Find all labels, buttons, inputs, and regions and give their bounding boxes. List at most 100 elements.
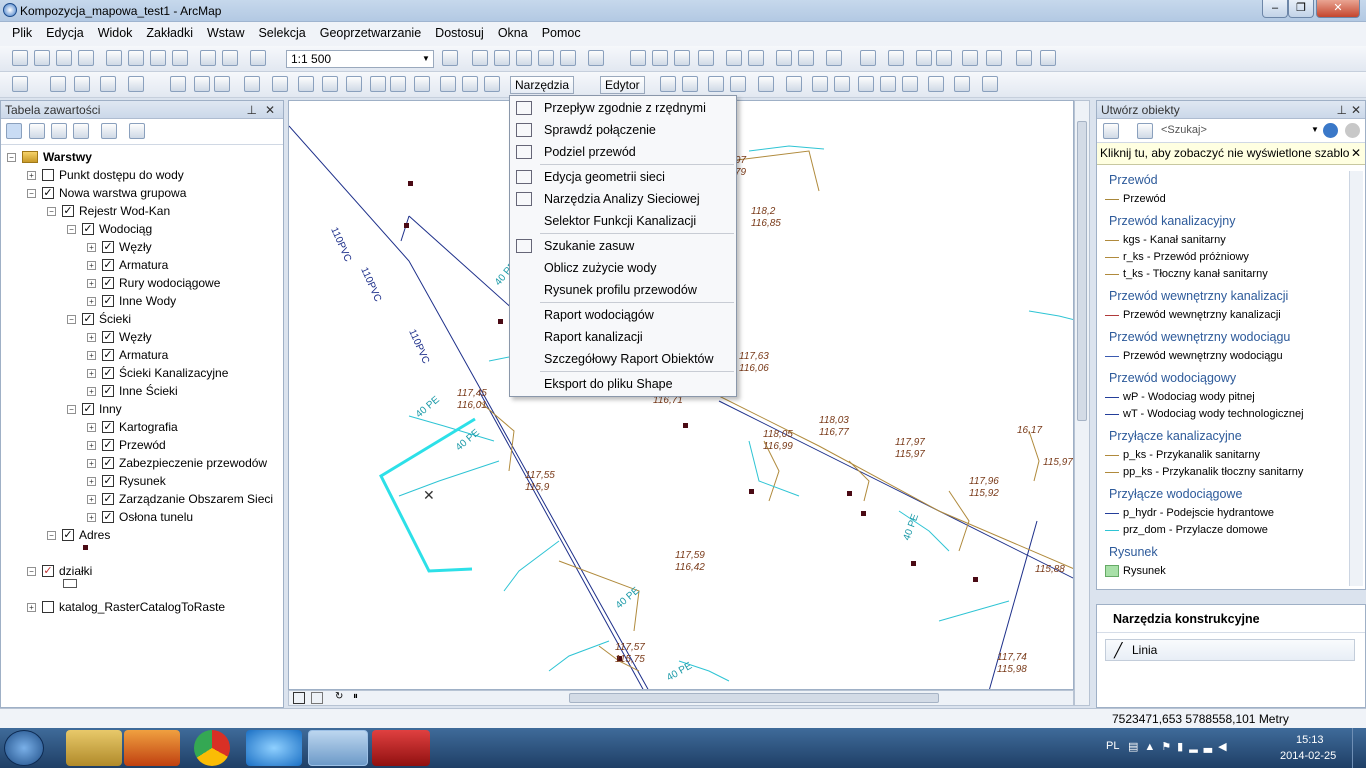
templates-icon[interactable] [1137, 123, 1153, 139]
clock-date[interactable]: 2014-02-25 [1280, 750, 1336, 762]
menu-zakładki[interactable]: Zakładki [139, 22, 200, 44]
layer-visibility-checkbox[interactable]: ✓ [102, 385, 114, 397]
standard-tool-32-icon[interactable] [962, 50, 978, 66]
expand-icon[interactable]: + [87, 512, 96, 522]
tools-menu-item-label[interactable]: Selektor Funkcji Kanalizacji [544, 214, 696, 228]
toc-layer-row[interactable]: + ✓ Rury wodociągowe [87, 274, 220, 292]
internet-explorer-taskbar-icon[interactable] [246, 730, 302, 766]
menu-geoprzetwarzanie[interactable]: Geoprzetwarzanie [313, 22, 428, 44]
media-player-taskbar-icon[interactable] [124, 730, 180, 766]
line-tool-label[interactable]: Linia [1132, 643, 1157, 657]
map-vertical-scrollbar[interactable] [1074, 100, 1090, 706]
toc-layer-label[interactable]: Zarządzanie Obszarem Sieci [119, 492, 273, 506]
expand-icon[interactable]: + [87, 458, 96, 468]
standard-tool-23-icon[interactable] [726, 50, 742, 66]
template-group-label[interactable]: Przewód wewnętrzny kanalizacji [1109, 289, 1288, 303]
explorer-taskbar-icon[interactable] [66, 730, 122, 766]
maximize-button[interactable]: ❐ [1288, 0, 1314, 18]
arcmap-taskbar-icon[interactable] [308, 730, 368, 766]
list-by-source-icon[interactable] [29, 123, 45, 139]
feature-template[interactable]: r_ks - Przewód próżniowy [1105, 251, 1249, 263]
pause-icon[interactable]: ⏸ [353, 691, 358, 702]
feature-template[interactable]: kgs - Kanał sanitarny [1105, 234, 1226, 246]
tray-icons[interactable]: ▤▲⚑▮▂▃◀ [1128, 740, 1233, 753]
collapse-icon[interactable]: − [47, 206, 56, 216]
clock-time[interactable]: 15:13 [1296, 734, 1324, 746]
clear-search-icon[interactable] [1345, 123, 1360, 138]
toc-layer-label[interactable]: Adres [79, 528, 110, 542]
tools-menu-item-label[interactable]: Sprawdź połączenie [544, 123, 656, 137]
template-group-label[interactable]: Przewód wewnętrzny wodociągu [1109, 330, 1290, 344]
template-group-header[interactable]: Przyłącze wodociągowe [1109, 487, 1242, 501]
standard-tool-8-icon[interactable] [172, 50, 188, 66]
expand-icon[interactable]: + [87, 332, 96, 342]
editor-menu-button[interactable]: Edytor [600, 76, 645, 94]
standard-tool-27-icon[interactable] [826, 50, 842, 66]
standard-tool-21-icon[interactable] [674, 50, 690, 66]
expand-icon[interactable]: + [87, 386, 96, 396]
toc-layer-label[interactable]: Rejestr Wod-Kan [79, 204, 170, 218]
editor-tool-7-icon[interactable] [194, 76, 210, 92]
expand-icon[interactable]: + [87, 368, 96, 378]
standard-tool-28-icon[interactable] [860, 50, 876, 66]
toc-layer-label[interactable]: Węzły [119, 330, 152, 344]
toc-layer-label[interactable]: Wodociąg [99, 222, 152, 236]
toc-layer-label[interactable]: Warstwy [43, 150, 92, 164]
layer-visibility-checkbox[interactable]: ✓ [102, 331, 114, 343]
expand-icon[interactable]: + [87, 440, 96, 450]
layer-visibility-checkbox[interactable]: ✓ [62, 529, 74, 541]
toc-layer-row[interactable]: − ✓ Wodociąg [67, 220, 152, 238]
standard-tool-2-icon[interactable] [34, 50, 50, 66]
scale-select[interactable]: 1:1 500 [286, 50, 434, 68]
close-icon[interactable]: ✕ [1351, 146, 1361, 160]
toc-list-icon[interactable] [129, 123, 145, 139]
toc-layer-label[interactable]: Zabezpieczenie przewodów [119, 456, 267, 470]
menu-selekcja[interactable]: Selekcja [251, 22, 312, 44]
tools-menu-item-label[interactable]: Szukanie zasuw [544, 239, 634, 253]
menu-widok[interactable]: Widok [91, 22, 140, 44]
template-group-label[interactable]: Przyłącze wodociągowe [1109, 487, 1242, 501]
tools-menu-item-label[interactable]: Edycja geometrii sieci [544, 170, 665, 184]
layer-visibility-checkbox[interactable]: ✓ [102, 259, 114, 271]
collapse-icon[interactable]: − [67, 404, 76, 414]
feature-template[interactable]: Rysunek [1105, 565, 1166, 577]
editor-tool-25-icon[interactable] [786, 76, 802, 92]
template-label[interactable]: p_hydr - Podejscie hydrantowe [1123, 507, 1274, 519]
expand-icon[interactable]: + [87, 350, 96, 360]
pin-icon[interactable]: ⊥ [247, 103, 257, 117]
standard-tool-31-icon[interactable] [936, 50, 952, 66]
tools-menu-item-label[interactable]: Narzędzia Analizy Sieciowej [544, 192, 700, 206]
feature-template[interactable]: Przewód wewnętrzny kanalizacji [1105, 309, 1281, 321]
menu-wstaw[interactable]: Wstaw [200, 22, 252, 44]
expand-icon[interactable]: + [87, 296, 96, 306]
template-label[interactable]: prz_dom - Przylacze domowe [1123, 524, 1268, 536]
toc-layer-row[interactable]: + Punkt dostępu do wody [27, 166, 184, 184]
close-icon[interactable]: ✕ [265, 103, 275, 117]
collapse-icon[interactable]: − [27, 566, 36, 576]
feature-template[interactable]: p_hydr - Podejscie hydrantowe [1105, 507, 1274, 519]
feature-template[interactable]: Przewód wewnętrzny wodociągu [1105, 350, 1283, 362]
tools-menu-item[interactable]: Selektor Funkcji Kanalizacji [510, 211, 736, 231]
editor-tool-14-icon[interactable] [370, 76, 386, 92]
tools-menu-item[interactable]: Szczegółowy Raport Obiektów [510, 349, 736, 369]
toc-layer-row[interactable]: − ✓ Ścieki [67, 310, 131, 328]
layer-visibility-checkbox[interactable]: ✓ [102, 295, 114, 307]
toc-layer-label[interactable]: Ścieki [99, 312, 131, 326]
standard-tool-29-icon[interactable] [888, 50, 904, 66]
editor-tool-31-icon[interactable] [928, 76, 944, 92]
editor-tool-18-icon[interactable] [462, 76, 478, 92]
standard-tool-12-icon[interactable] [442, 50, 458, 66]
toc-layer-row[interactable]: + ✓ Przewód [87, 436, 166, 454]
notice-text[interactable]: Kliknij tu, aby zobaczyć nie wyświetlone… [1100, 146, 1349, 160]
standard-tool-18-icon[interactable] [588, 50, 604, 66]
standard-tool-33-icon[interactable] [986, 50, 1002, 66]
collapse-icon[interactable]: − [67, 314, 76, 324]
expand-icon[interactable]: + [87, 422, 96, 432]
template-group-header[interactable]: Przewód [1109, 173, 1158, 187]
editor-tool-33-icon[interactable] [982, 76, 998, 92]
standard-tool-20-icon[interactable] [652, 50, 668, 66]
toc-layer-row[interactable]: − ✓ Rejestr Wod-Kan [47, 202, 170, 220]
standard-tool-5-icon[interactable] [106, 50, 122, 66]
standard-tool-15-icon[interactable] [516, 50, 532, 66]
layer-visibility-checkbox[interactable] [42, 169, 54, 181]
